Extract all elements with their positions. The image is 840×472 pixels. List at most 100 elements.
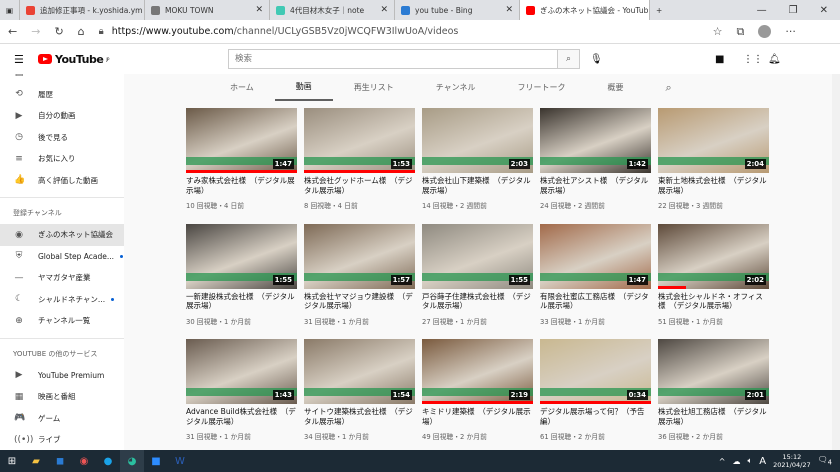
back-icon[interactable]: ← <box>8 25 17 38</box>
search-button[interactable]: ⌕ <box>557 50 579 68</box>
video-card[interactable]: 0:34 デジタル展示場って何？（予告編） 61 回視聴・2 か月前 <box>540 339 651 441</box>
sidebar-service[interactable]: ▦ 映画と番組 <box>0 386 124 408</box>
reload-icon[interactable]: ↻ <box>54 25 63 38</box>
close-tab-icon[interactable]: ✕ <box>255 5 263 15</box>
channel-tab[interactable]: フリートーク <box>497 74 587 101</box>
sidebar-service[interactable]: ((•)) ライブ <box>0 429 124 450</box>
url-field[interactable]: 🔒︎ https://www.youtube.com/channel/UCLyG… <box>98 22 699 41</box>
video-card[interactable]: 1:47 すみ家株式会社様 （デジタル展示場） 10 回視聴・4 日前 <box>186 108 297 210</box>
video-thumbnail[interactable]: 2:03 <box>422 108 533 173</box>
sidebar-channel[interactable]: ⛨ Global Step Acade... <box>0 246 124 268</box>
video-card[interactable]: 2:19 キミドリ建築様 （デジタル展示場） 49 回視聴・2 か月前 <box>422 339 533 441</box>
word-icon[interactable]: W <box>168 450 192 472</box>
ime-indicator[interactable]: A <box>759 456 766 467</box>
video-card[interactable]: 2:02 株式会社シャルドネ・オフィス様 （デジタル展示場） 51 回視聴・1 か月… <box>658 223 769 326</box>
close-tab-icon[interactable]: ✕ <box>380 5 388 15</box>
video-title[interactable]: 株式会社山下建築様 （デジタル展示場） <box>422 176 533 195</box>
video-title[interactable]: 一新建設株式会社様 （デジタル展示場） <box>186 292 297 311</box>
avatar[interactable] <box>797 50 815 68</box>
browser-tab[interactable]: 追加修正事項 - k.yoshida.ym✕ <box>20 0 145 20</box>
video-card[interactable]: 1:42 株式会社アシスト様 （デジタル展示場） 24 回視聴・2 週間前 <box>540 108 651 210</box>
close-window-button[interactable]: ✕ <box>820 5 828 16</box>
video-card[interactable]: 1:55 一新建設株式会社様 （デジタル展示場） 30 回視聴・1 か月前 <box>186 223 297 326</box>
video-title[interactable]: 有限会社蜜広工務店様 （デジタル展示場） <box>540 292 651 311</box>
search-input[interactable] <box>229 50 557 68</box>
video-thumbnail[interactable]: 2:04 <box>658 108 769 173</box>
video-title[interactable]: サイトウ建築株式会社様 （デジタル展示場） <box>304 407 415 426</box>
browser-tab[interactable]: ぎふの木ネット協議会 - YouTub✕ <box>520 0 650 20</box>
create-video-icon[interactable]: ■ <box>715 54 724 65</box>
video-thumbnail[interactable]: 2:19 <box>422 339 533 404</box>
collections-icon[interactable]: ⧉ <box>737 25 745 39</box>
video-title[interactable]: 東新土地株式会社様 （デジタル展示場） <box>658 176 769 195</box>
sidebar-item[interactable]: ▶ 自分の動画 <box>0 105 124 127</box>
minimize-button[interactable]: — <box>757 5 767 16</box>
video-thumbnail[interactable]: 1:42 <box>540 108 651 173</box>
sidebar-item[interactable]: ⟲ 履歴 <box>0 84 124 106</box>
video-title[interactable]: デジタル展示場って何？（予告編） <box>540 407 651 426</box>
video-title[interactable]: 株式会社旭工務店様 （デジタル展示場） <box>658 407 769 426</box>
video-thumbnail[interactable]: 1:54 <box>304 339 415 404</box>
video-title[interactable]: 株式会社ヤマジョウ建設様 （デジタル展示場） <box>304 292 415 311</box>
video-card[interactable]: 1:55 戸谷蒔子住建株式会社様 （デジタル展示場） 27 回視聴・1 か月前 <box>422 223 533 326</box>
video-card[interactable]: 1:43 Advance Build株式会社様 （デジタル展示場） 31 回視聴・1… <box>186 339 297 441</box>
browser-tab[interactable]: 4代目材木女子｜note ✕ <box>270 0 395 20</box>
skype-icon[interactable]: ● <box>96 450 120 472</box>
home-icon[interactable]: ⌂ <box>78 25 85 38</box>
workspaces-icon[interactable]: ▣ <box>0 0 20 20</box>
sidebar-item-library[interactable]: ▤ <box>0 74 124 84</box>
video-title[interactable]: 戸谷蒔子住建株式会社様 （デジタル展示場） <box>422 292 533 311</box>
profile-icon[interactable] <box>758 25 772 38</box>
channel-tab[interactable]: 再生リスト <box>333 74 415 101</box>
zoom-icon[interactable]: ■ <box>144 450 168 472</box>
network-icon[interactable]: ☁ <box>732 457 740 466</box>
video-card[interactable]: 1:53 株式会社グッドホーム様 （デジタル展示場） 8 回視聴・4 日前 <box>304 108 415 210</box>
video-thumbnail[interactable]: 1:43 <box>186 339 297 404</box>
video-title[interactable]: すみ家株式会社様 （デジタル展示場） <box>186 176 297 195</box>
video-title[interactable]: 株式会社グッドホーム様 （デジタル展示場） <box>304 176 415 195</box>
video-card[interactable]: 1:54 サイトウ建築株式会社様 （デジタル展示場） 34 回視聴・1 か月前 <box>304 339 415 441</box>
video-thumbnail[interactable]: 1:53 <box>304 108 415 173</box>
video-title[interactable]: 株式会社アシスト様 （デジタル展示場） <box>540 176 651 195</box>
channel-search-icon[interactable]: ⌕ <box>645 74 693 101</box>
video-card[interactable]: 2:01 株式会社旭工務店様 （デジタル展示場） 36 回視聴・2 か月前 <box>658 339 769 441</box>
video-thumbnail[interactable]: 1:57 <box>304 223 415 289</box>
video-card[interactable]: 1:57 株式会社ヤマジョウ建設様 （デジタル展示場） 31 回視聴・1 か月前 <box>304 223 415 326</box>
sidebar-channel[interactable]: — ヤマガタヤ産業 <box>0 267 124 289</box>
channel-tab[interactable]: 動画 <box>274 74 333 101</box>
restore-button[interactable]: ❐ <box>789 5 798 16</box>
sidebar-service[interactable]: 🎮 ゲーム <box>0 408 124 430</box>
video-title[interactable]: キミドリ建築様 （デジタル展示場） <box>422 407 533 426</box>
youtube-logo[interactable]: YouTube JP <box>38 53 109 66</box>
video-card[interactable]: 1:47 有限会社蜜広工務店様 （デジタル展示場） 33 回視聴・1 か月前 <box>540 223 651 326</box>
video-thumbnail[interactable]: 1:47 <box>540 223 651 289</box>
channel-tab[interactable]: チャンネル <box>415 74 497 101</box>
file-explorer-icon[interactable]: ▰ <box>24 450 48 472</box>
video-title[interactable]: 株式会社シャルドネ・オフィス様 （デジタル展示場） <box>658 292 769 311</box>
menu-icon[interactable]: ☰ <box>14 53 24 66</box>
video-thumbnail[interactable]: 2:02 <box>658 223 769 289</box>
notification-center-icon[interactable]: 🗨︎4 <box>818 455 832 467</box>
video-thumbnail[interactable]: 1:55 <box>186 223 297 289</box>
video-thumbnail[interactable]: 2:01 <box>658 339 769 404</box>
edge-icon[interactable]: ◕ <box>120 450 144 472</box>
new-tab-button[interactable]: + <box>650 0 674 20</box>
browser-tab[interactable]: MOKU TOWN ✕ <box>145 0 270 20</box>
video-thumbnail[interactable]: 1:47 <box>186 108 297 173</box>
scrollbar[interactable] <box>832 74 840 450</box>
microphone-icon[interactable]: 🎙︎ <box>590 54 603 65</box>
sidebar-item[interactable]: ◷ 後で見る <box>0 127 124 149</box>
video-title[interactable]: Advance Build株式会社様 （デジタル展示場） <box>186 407 297 426</box>
sidebar-item[interactable]: ≡ お気に入り <box>0 148 124 170</box>
video-card[interactable]: 2:03 株式会社山下建築様 （デジタル展示場） 14 回視聴・2 週間前 <box>422 108 533 210</box>
apps-icon[interactable]: ⋮⋮ <box>743 54 763 65</box>
volume-icon[interactable]: 🔈︎ <box>747 456 752 466</box>
browser-tab[interactable]: you tube - Bing ✕ <box>395 0 520 20</box>
sidebar-channel[interactable]: ☾ シャルドネチャン... <box>0 289 124 311</box>
notifications-icon[interactable]: 🔔︎ <box>768 54 781 65</box>
clock[interactable]: 15:12 2021/04/27 <box>773 453 810 469</box>
favorites-icon[interactable]: ☆ <box>713 25 723 38</box>
start-icon[interactable]: ⊞ <box>0 450 24 472</box>
channel-tab[interactable]: ホーム <box>209 74 275 101</box>
paint-icon[interactable]: ◉ <box>72 450 96 472</box>
